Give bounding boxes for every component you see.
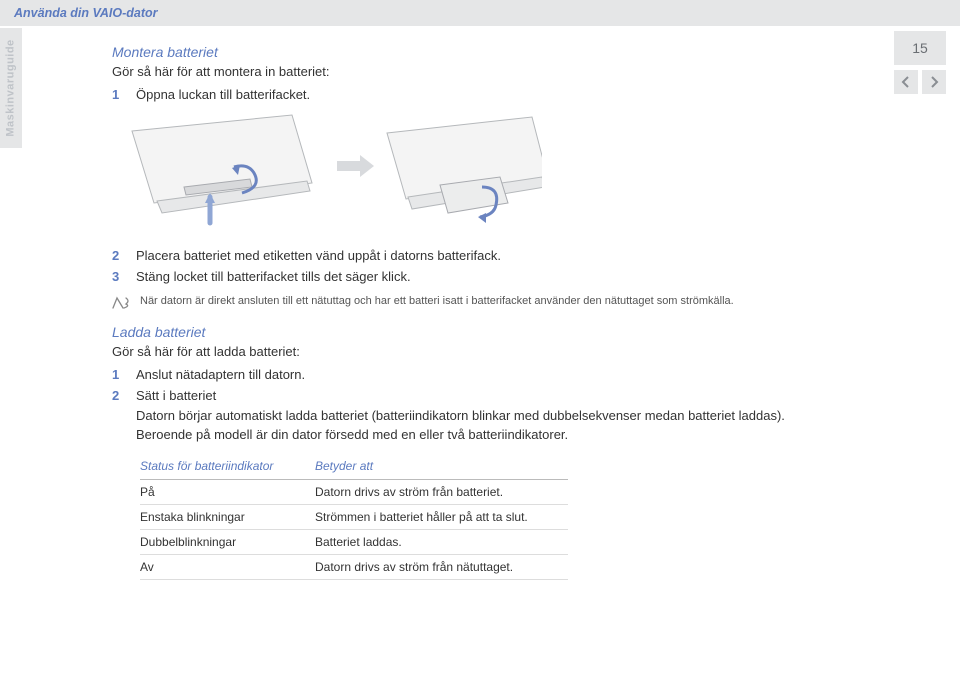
step-text: Placera batteriet med etiketten vänd upp… — [136, 246, 902, 266]
step-number: 3 — [112, 267, 122, 287]
steps-montera-cont: 2 Placera batteriet med etiketten vänd u… — [112, 246, 902, 287]
indicator-table: Status för batteriindikator Betyder att … — [140, 455, 568, 580]
intro-ladda: Gör så här för att ladda batteriet: — [112, 344, 902, 359]
step-number: 1 — [112, 365, 122, 385]
cell-status: Dubbelblinkningar — [140, 529, 315, 554]
table-row: Dubbelblinkningar Batteriet laddas. — [140, 529, 568, 554]
step-p2: Beroende på modell är din dator försedd … — [136, 427, 568, 442]
content-area: Montera batteriet Gör så här för att mon… — [112, 44, 902, 580]
step-number: 2 — [112, 386, 122, 445]
side-tab: Maskinvaruguide — [0, 28, 22, 148]
step-number: 2 — [112, 246, 122, 266]
table-header-meaning: Betyder att — [315, 455, 568, 480]
header-title: Använda din VAIO-dator — [14, 6, 158, 20]
cell-meaning: Datorn drivs av ström från batteriet. — [315, 479, 568, 504]
header-band: Använda din VAIO-dator — [0, 0, 960, 26]
note-row: När datorn är direkt ansluten till ett n… — [112, 295, 902, 310]
step-body: Sätt i batteriet Datorn börjar automatis… — [136, 386, 902, 445]
cell-status: Enstaka blinkningar — [140, 504, 315, 529]
page-number: 15 — [912, 40, 928, 56]
step-item: 3 Stäng locket till batterifacket tills … — [112, 267, 902, 287]
next-page-button[interactable] — [922, 70, 946, 94]
step-item: 1 Öppna luckan till batterifacket. — [112, 85, 902, 105]
note-text: När datorn är direkt ansluten till ett n… — [140, 295, 734, 307]
steps-montera: 1 Öppna luckan till batterifacket. — [112, 85, 902, 105]
step-item: 2 Sätt i batteriet Datorn börjar automat… — [112, 386, 902, 445]
table-header-status: Status för batteriindikator — [140, 455, 315, 480]
section-title-ladda: Ladda batteriet — [112, 324, 902, 340]
step-p1: Datorn börjar automatiskt ladda batterie… — [136, 408, 785, 423]
step-head: Sätt i batteriet — [136, 388, 216, 403]
cell-status: På — [140, 479, 315, 504]
step-text: Stäng locket till batterifacket tills de… — [136, 267, 902, 287]
step-item: 2 Placera batteriet med etiketten vänd u… — [112, 246, 902, 266]
steps-ladda: 1 Anslut nätadaptern till datorn. 2 Sätt… — [112, 365, 902, 445]
cell-meaning: Strömmen i batteriet håller på att ta sl… — [315, 504, 568, 529]
table-row: På Datorn drivs av ström från batteriet. — [140, 479, 568, 504]
cell-status: Av — [140, 554, 315, 579]
table-row: Enstaka blinkningar Strömmen i batteriet… — [140, 504, 568, 529]
step-number: 1 — [112, 85, 122, 105]
cell-meaning: Batteriet laddas. — [315, 529, 568, 554]
intro-montera: Gör så här för att montera in batteriet: — [112, 64, 902, 79]
cell-meaning: Datorn drivs av ström från nätuttaget. — [315, 554, 568, 579]
table-row: Av Datorn drivs av ström från nätuttaget… — [140, 554, 568, 579]
step-text: Öppna luckan till batterifacket. — [136, 85, 902, 105]
battery-illustration — [122, 113, 902, 236]
side-tab-label: Maskinvaruguide — [5, 39, 17, 136]
note-icon — [112, 296, 130, 310]
step-text: Anslut nätadaptern till datorn. — [136, 365, 902, 385]
step-item: 1 Anslut nätadaptern till datorn. — [112, 365, 902, 385]
section-title-montera: Montera batteriet — [112, 44, 902, 60]
